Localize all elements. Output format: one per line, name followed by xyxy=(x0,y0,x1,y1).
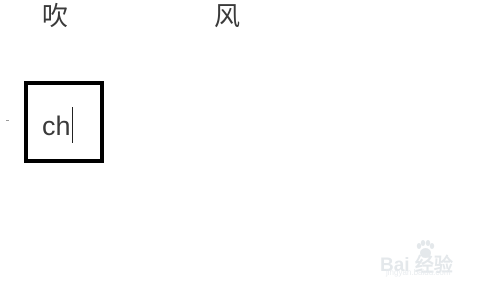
pinyin-input-value: ch xyxy=(42,111,71,141)
character-feng: 风 xyxy=(214,2,241,32)
text-caret xyxy=(71,107,73,143)
pinyin-input-box[interactable]: ch xyxy=(24,81,104,163)
baidu-jingyan-watermark: Bai 经验 jingyan.baidu.com xyxy=(380,238,490,278)
character-chui: 吹 xyxy=(42,2,69,32)
pinyin-input-text[interactable]: ch xyxy=(42,107,73,143)
watermark-url-text: jingyan.baidu.com xyxy=(386,268,451,277)
cursor-tick-mark xyxy=(6,120,9,121)
